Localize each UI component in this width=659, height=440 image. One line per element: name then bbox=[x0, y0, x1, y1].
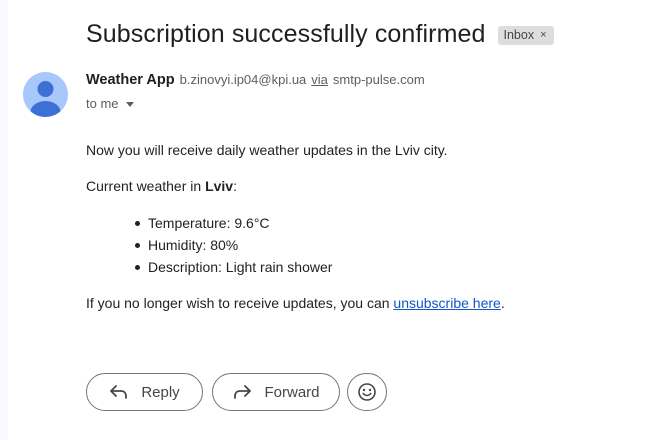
reply-arrow-icon bbox=[110, 385, 128, 399]
intro-line: Now you will receive daily weather updat… bbox=[86, 142, 448, 158]
via-host: smtp-pulse.com bbox=[332, 72, 425, 87]
recipient-text: to me bbox=[86, 96, 119, 111]
unsubscribe-line: If you no longer wish to receive updates… bbox=[86, 293, 505, 313]
city-name: Lviv bbox=[205, 178, 234, 194]
forward-label: Forward bbox=[264, 383, 320, 401]
email-subject: Subscription successfully confirmed bbox=[86, 20, 486, 48]
current-weather-suffix: : bbox=[233, 178, 237, 194]
inbox-label-chip[interactable]: Inbox × bbox=[497, 25, 554, 45]
subject-row: Subscription successfully confirmed Inbo… bbox=[86, 18, 554, 50]
reply-label: Reply bbox=[141, 383, 180, 401]
unsubscribe-suffix: . bbox=[500, 295, 505, 311]
list-item-temperature: Temperature: 9.6°C bbox=[86, 212, 332, 234]
person-icon bbox=[30, 81, 61, 117]
emoji-smile-icon bbox=[358, 383, 376, 401]
weather-details-list: Temperature: 9.6°C Humidity: 80% Descrip… bbox=[86, 212, 332, 278]
unsubscribe-link[interactable]: unsubscribe here bbox=[393, 295, 500, 311]
sender-row: Weather App b.zinovyi.ip04@kpi.ua via sm… bbox=[86, 72, 425, 88]
inbox-label-text: Inbox bbox=[503, 28, 535, 42]
sender-avatar[interactable] bbox=[23, 72, 68, 117]
caret-down-icon bbox=[125, 102, 134, 107]
list-item-humidity: Humidity: 80% bbox=[86, 234, 332, 256]
sender-name[interactable]: Weather App bbox=[86, 72, 175, 88]
emoji-react-button[interactable] bbox=[347, 373, 387, 411]
forward-arrow-icon bbox=[234, 385, 252, 399]
sender-email: b.zinovyi.ip04@kpi.ua bbox=[179, 72, 307, 87]
recipient-details-toggle[interactable]: to me bbox=[86, 96, 134, 111]
current-weather-prefix: Current weather in bbox=[86, 178, 206, 194]
reply-button[interactable]: Reply bbox=[86, 373, 203, 411]
remove-label-icon[interactable]: × bbox=[540, 29, 546, 41]
forward-button[interactable]: Forward bbox=[212, 373, 340, 411]
via-link[interactable]: via bbox=[311, 72, 328, 87]
left-edge-strip bbox=[0, 0, 8, 440]
unsubscribe-prefix: If you no longer wish to receive updates… bbox=[86, 295, 394, 311]
list-item-description: Description: Light rain shower bbox=[86, 256, 332, 278]
current-weather-line: Current weather in Lviv: bbox=[86, 176, 237, 196]
